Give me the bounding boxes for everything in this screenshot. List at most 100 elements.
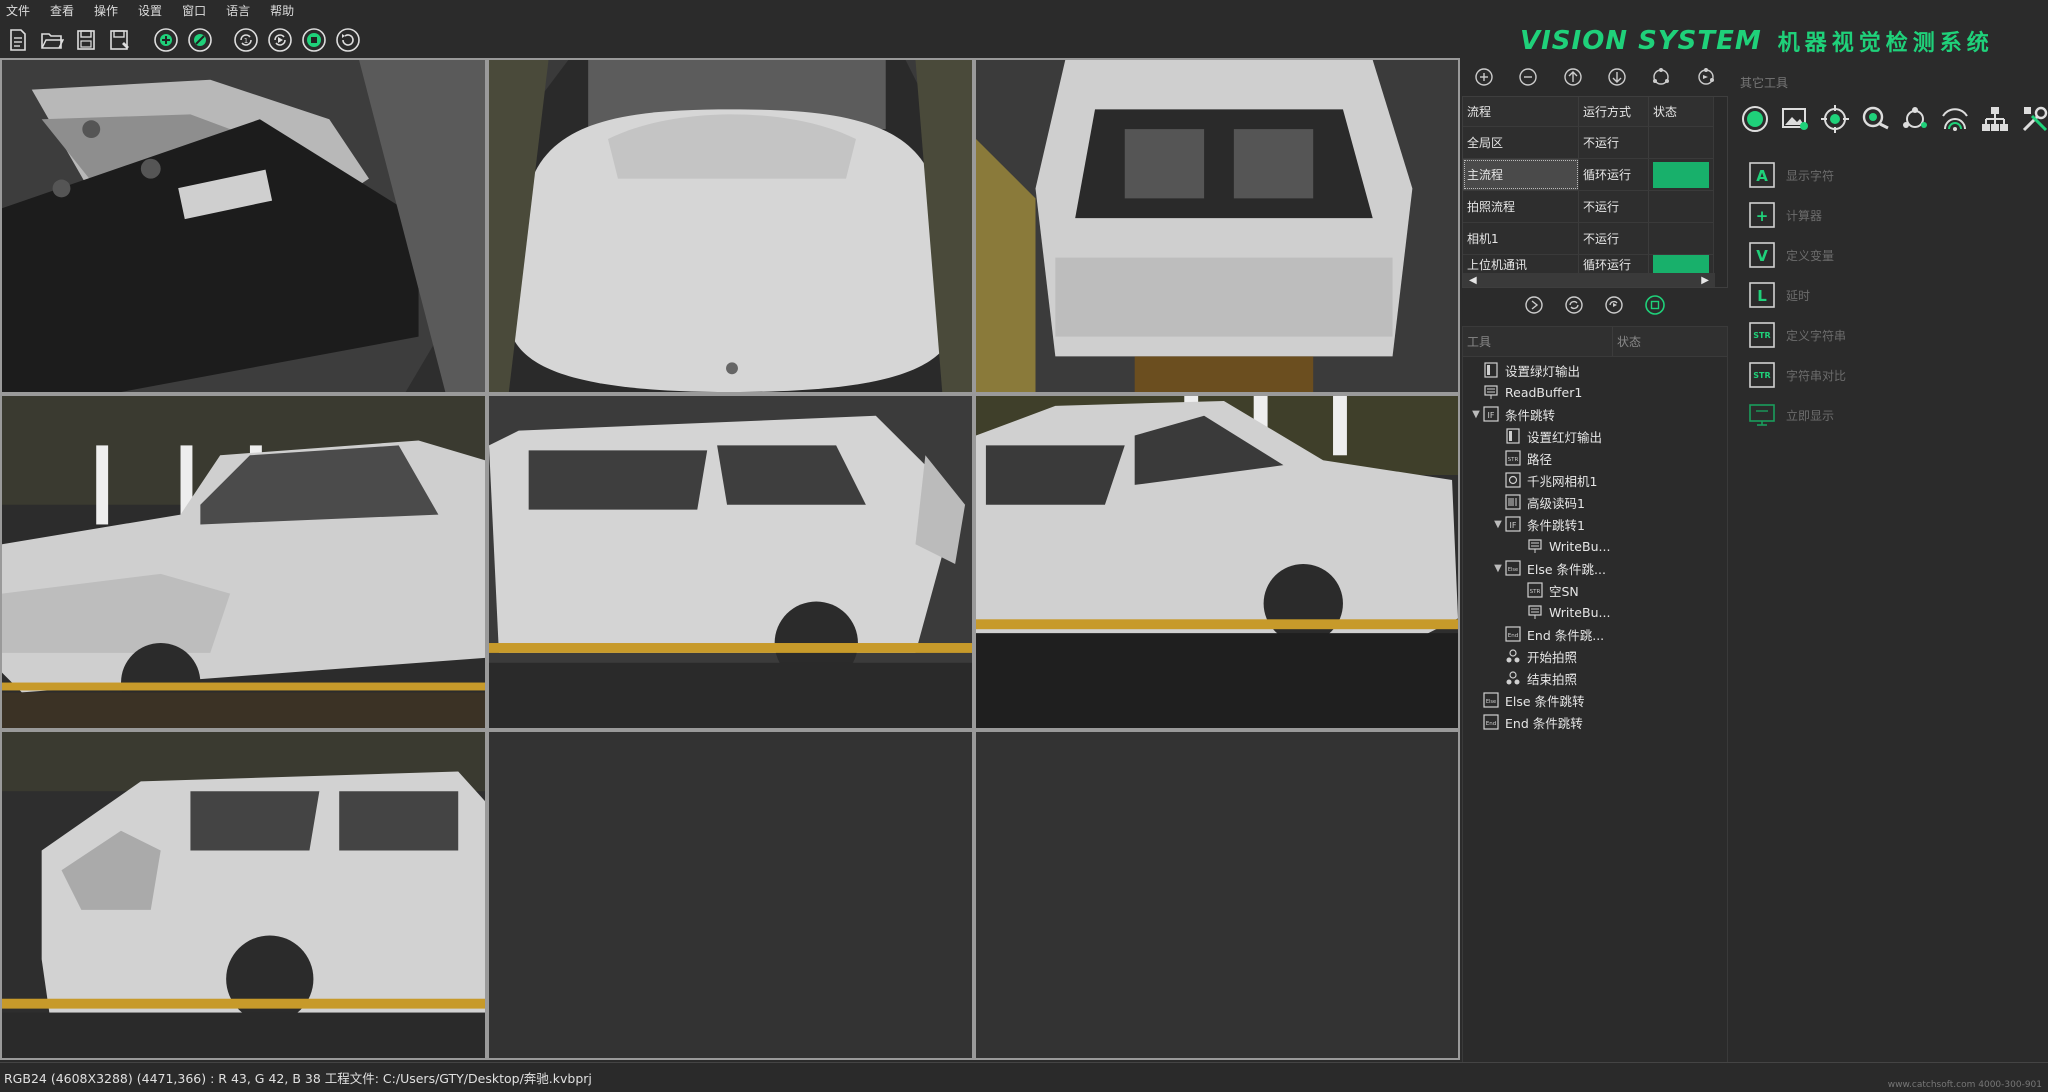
cycle-icon[interactable] (1604, 295, 1624, 315)
camera-view-6[interactable] (974, 394, 1460, 730)
tool-tree-label: WriteBu... (1549, 538, 1611, 554)
reset-icon[interactable] (334, 26, 362, 54)
menu-help[interactable]: 帮助 (270, 2, 294, 19)
process-row[interactable]: 拍照流程 不运行 (1463, 191, 1727, 223)
other-tool-item[interactable]: STR 定义字符串 (1748, 318, 1846, 352)
tool-tree-item[interactable]: ▼ IF 条件跳转 (1463, 403, 1727, 425)
tool-tree-item[interactable]: WriteBu... (1463, 601, 1727, 623)
process-row[interactable]: 相机1 不运行 (1463, 223, 1727, 255)
scroll-left-icon[interactable]: ◀ (1469, 275, 1477, 286)
process-status (1649, 223, 1709, 254)
other-tool-item[interactable]: STR 字符串对比 (1748, 358, 1846, 392)
tool-tree-item[interactable]: 千兆网相机1 (1463, 469, 1727, 491)
target-icon[interactable] (1818, 102, 1852, 136)
menu-settings[interactable]: 设置 (138, 2, 162, 19)
tool-tree-item[interactable]: ▼ IF 条件跳转1 (1463, 513, 1727, 535)
camera-view-7[interactable] (0, 730, 487, 1060)
loop-icon[interactable] (1564, 295, 1584, 315)
tool-tree-item[interactable]: STR 空SN (1463, 579, 1727, 601)
process-row[interactable]: 上位机通讯 循环运行 (1463, 255, 1727, 275)
add-camera-icon[interactable] (152, 26, 180, 54)
camera-icon (1505, 472, 1521, 488)
tool-tree-item[interactable]: 结束拍照 (1463, 667, 1727, 689)
process-controls (1462, 62, 1728, 92)
camera-view-9-empty[interactable] (974, 730, 1460, 1060)
tool-tree-label: 高级读码1 (1527, 495, 1585, 511)
menu-window[interactable]: 窗口 (182, 2, 206, 19)
tool-tree-item[interactable]: 开始拍照 (1463, 645, 1727, 667)
tool-tree-item[interactable]: 设置绿灯输出 (1463, 359, 1727, 381)
expand-toggle-icon[interactable]: ▼ (1491, 563, 1505, 574)
svg-text:End: End (1508, 633, 1518, 639)
tool-tree-item[interactable]: STR 路径 (1463, 447, 1727, 469)
image-icon[interactable] (1778, 102, 1812, 136)
search-zoom-icon[interactable] (1858, 102, 1892, 136)
network-icon[interactable] (1898, 102, 1932, 136)
process-row[interactable]: 主流程 循环运行 (1463, 159, 1727, 191)
process-horizontal-scrollbar[interactable]: ◀ ▶ (1463, 273, 1715, 287)
camera-view-4[interactable] (0, 394, 487, 730)
menu-view[interactable]: 查看 (50, 2, 74, 19)
process-row[interactable]: 全局区 不运行 (1463, 127, 1727, 159)
edit-icon[interactable] (186, 26, 214, 54)
camera-view-1[interactable] (0, 58, 487, 394)
stop-icon[interactable] (300, 26, 328, 54)
expand-toggle-icon[interactable]: ▼ (1469, 409, 1483, 420)
svg-text:STR: STR (1530, 589, 1541, 595)
buffer-icon (1483, 384, 1499, 400)
move-up-icon[interactable] (1563, 67, 1583, 87)
camera-view-5[interactable] (487, 394, 974, 730)
tool-tree-item[interactable]: 高级读码1 (1463, 491, 1727, 513)
hierarchy-icon[interactable] (1978, 102, 2012, 136)
camera-view-3[interactable] (974, 58, 1460, 394)
expand-toggle-icon[interactable]: ▼ (1491, 519, 1505, 530)
tool-tree-item[interactable]: 设置红灯输出 (1463, 425, 1727, 447)
open-folder-icon[interactable] (38, 26, 66, 54)
run-icon[interactable] (1651, 67, 1671, 87)
menu-operate[interactable]: 操作 (94, 2, 118, 19)
camera-view-2[interactable] (487, 58, 974, 394)
tool-tree-item[interactable]: Else Else 条件跳转 (1463, 689, 1727, 711)
tool-tree-label: Else 条件跳... (1527, 561, 1606, 577)
play-once-icon[interactable] (1524, 295, 1544, 315)
tools-icon[interactable] (2018, 102, 2048, 136)
loop-run-icon[interactable]: 1 (232, 26, 260, 54)
move-down-icon[interactable] (1607, 67, 1627, 87)
buffer-icon (1527, 604, 1543, 620)
tool-tree-item[interactable]: ReadBuffer1 (1463, 381, 1727, 403)
other-tool-label: 显示字符 (1786, 168, 1835, 183)
delay-icon: L (1748, 281, 1776, 309)
stop-icon[interactable] (1644, 294, 1666, 316)
save-icon[interactable] (72, 26, 100, 54)
loop-icon[interactable] (1696, 67, 1716, 87)
tool-tree-item[interactable]: ▼ Else Else 条件跳... (1463, 557, 1727, 579)
process-vertical-scrollbar[interactable] (1713, 97, 1727, 287)
tool-tree-item[interactable]: End End 条件跳转 (1463, 711, 1727, 733)
add-icon[interactable] (1474, 67, 1494, 87)
scroll-right-icon[interactable]: ▶ (1701, 275, 1709, 286)
menu-language[interactable]: 语言 (226, 2, 250, 19)
signal-icon[interactable] (1938, 102, 1972, 136)
new-file-icon[interactable] (4, 26, 32, 54)
color-circle-icon[interactable] (1738, 102, 1772, 136)
tool-tree-label: End 条件跳... (1527, 627, 1605, 643)
tool-tree-item[interactable]: End End 条件跳... (1463, 623, 1727, 645)
remove-icon[interactable] (1518, 67, 1538, 87)
save-as-icon[interactable] (106, 26, 134, 54)
output-icon (1505, 428, 1521, 444)
tool-tree-item[interactable]: WriteBu... (1463, 535, 1727, 557)
other-tool-item[interactable]: + 计算器 (1748, 198, 1846, 232)
camera-view-8-empty[interactable] (487, 730, 974, 1060)
single-run-icon[interactable] (266, 26, 294, 54)
other-tool-item[interactable]: L 延时 (1748, 278, 1846, 312)
status-running-indicator (1653, 161, 1709, 188)
other-tool-item[interactable]: 立即显示 (1748, 398, 1846, 432)
process-name: 相机1 (1463, 223, 1579, 254)
other-tool-label: 字符串对比 (1786, 368, 1847, 383)
menu-file[interactable]: 文件 (6, 2, 30, 19)
process-mode: 不运行 (1579, 191, 1649, 222)
other-tool-item[interactable]: V 定义变量 (1748, 238, 1846, 272)
other-tool-item[interactable]: A 显示字符 (1748, 158, 1846, 192)
tool-tree-label: 开始拍照 (1527, 649, 1578, 665)
svg-text:IF: IF (1510, 521, 1517, 530)
